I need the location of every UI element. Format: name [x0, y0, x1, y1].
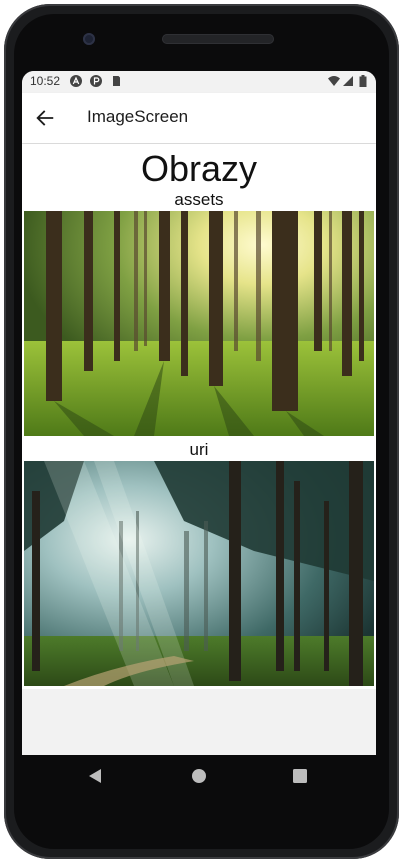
app-bar: ImageScreen — [22, 93, 376, 143]
section-label-uri: uri — [189, 440, 209, 459]
forest-sunlight-image — [24, 211, 374, 436]
arrow-left-icon[interactable] — [34, 107, 56, 129]
screen: 10:52 ImageScreen Obrazy assets uri — [22, 71, 376, 755]
battery-icon — [359, 75, 367, 87]
wifi-icon — [328, 76, 340, 86]
earpiece-speaker — [162, 34, 274, 44]
system-nav-bar — [22, 755, 376, 799]
page-title: Obrazy — [140, 148, 258, 189]
status-time: 10:52 — [30, 74, 61, 88]
home-circle-icon[interactable] — [192, 769, 206, 783]
forest-misty-image — [24, 461, 374, 686]
front-camera — [83, 33, 95, 45]
sd-card-icon — [113, 76, 120, 86]
signal-icon — [343, 76, 353, 86]
image-screen-content: Obrazy assets uri — [22, 144, 376, 689]
recents-square-icon[interactable] — [293, 769, 307, 783]
p-icon — [90, 75, 102, 87]
app-bar-title: ImageScreen — [87, 107, 189, 126]
status-bar: 10:52 — [22, 71, 376, 93]
back-triangle-icon[interactable] — [88, 769, 102, 783]
a-icon — [70, 75, 82, 87]
section-label-assets: assets — [174, 190, 224, 209]
